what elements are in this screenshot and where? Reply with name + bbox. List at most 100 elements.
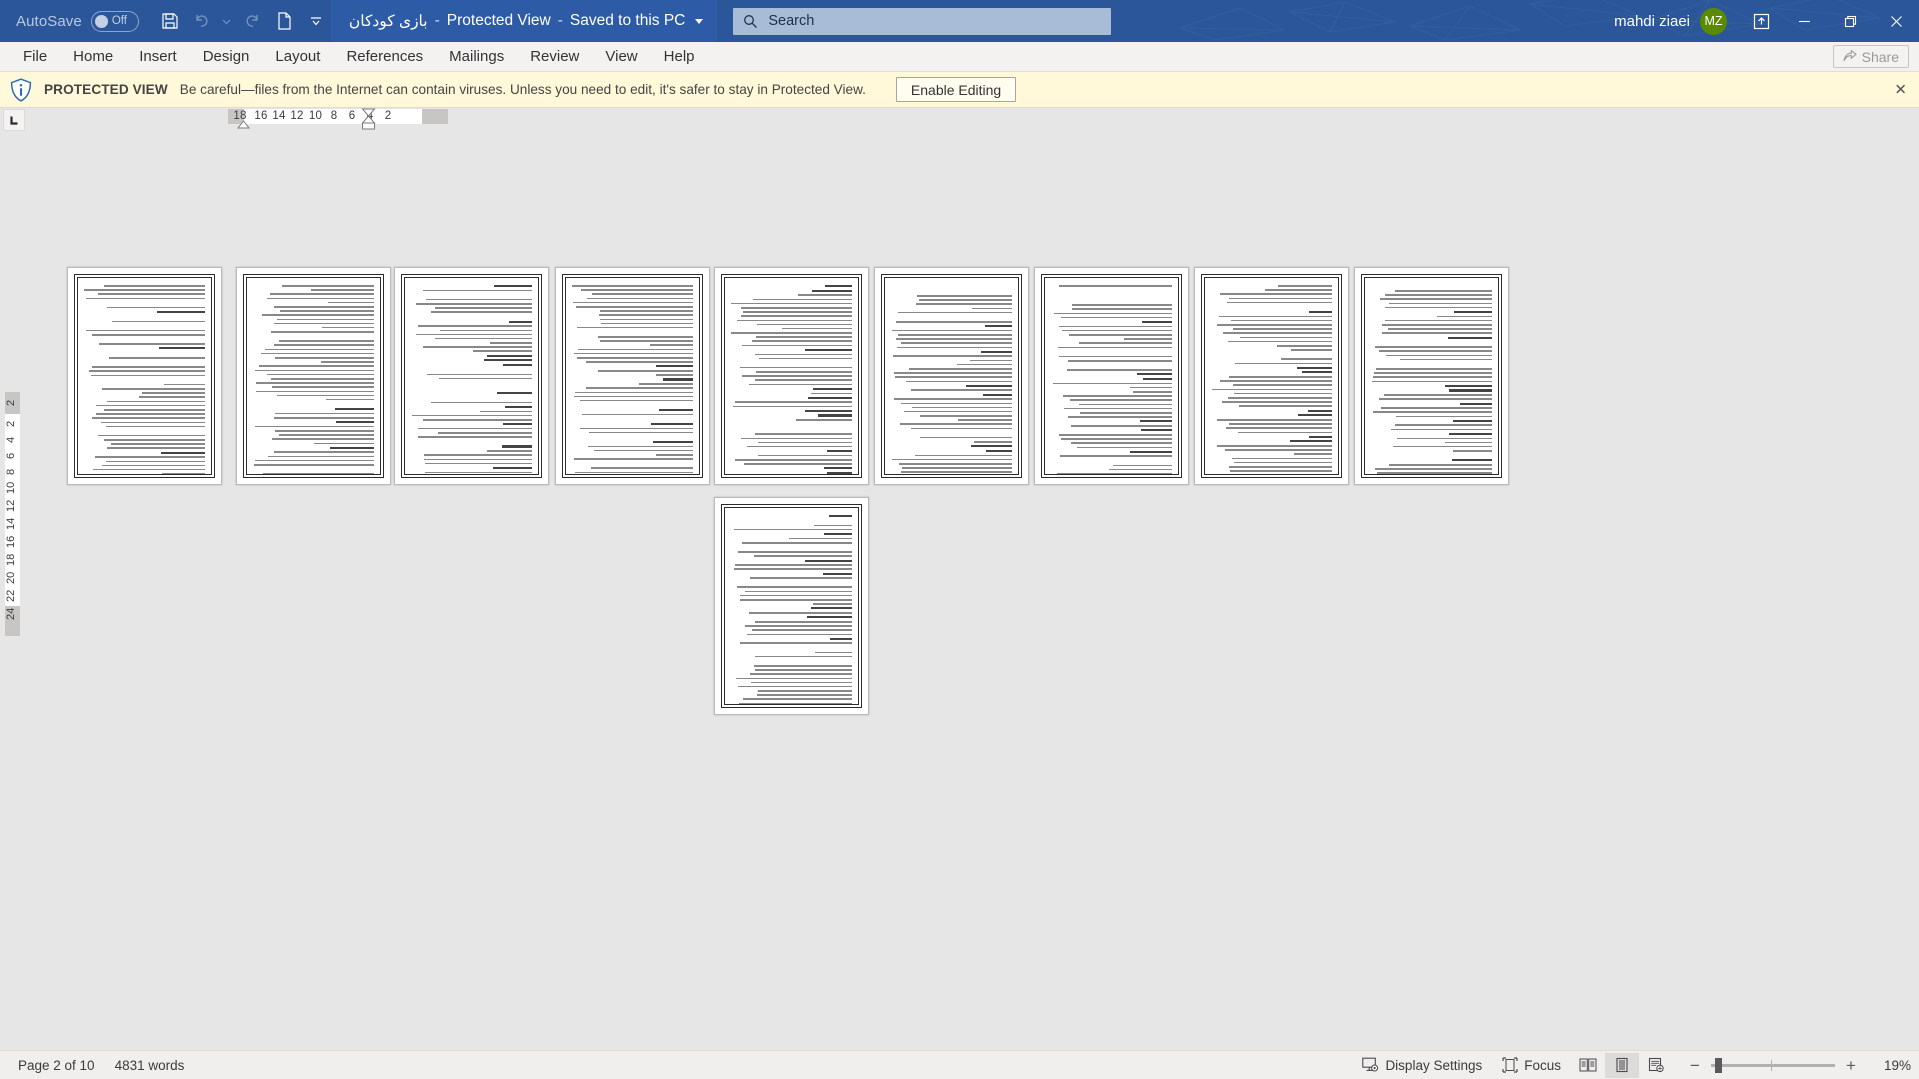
save-location-label: Saved to this PC (569, 12, 686, 29)
document-canvas[interactable]: 2 2 4 6 8 10 12 14 16 18 20 22 24 (0, 134, 1919, 1050)
search-input[interactable]: Search (733, 7, 1112, 35)
focus-icon (1502, 1057, 1518, 1073)
focus-label: Focus (1524, 1057, 1561, 1073)
display-settings-button[interactable]: Display Settings (1352, 1053, 1492, 1077)
document-title-block[interactable]: بازی کودکان - Protected View - Saved to … (330, 0, 718, 42)
window-close-button[interactable] (1873, 0, 1919, 42)
page-thumbnail[interactable] (874, 267, 1029, 485)
undo-dropdown-chevron-down-icon[interactable] (219, 6, 235, 36)
title-chevron-down-icon[interactable] (695, 18, 704, 24)
tab-references[interactable]: References (333, 42, 436, 72)
horizontal-ruler[interactable]: 18 16 14 12 10 8 6 4 2 (228, 108, 448, 130)
title-separator-2: - (557, 12, 563, 29)
page-thumbnails-area[interactable] (0, 134, 1919, 1050)
ruler-mark-6: 6 (348, 109, 356, 122)
page-border-inner (246, 277, 381, 475)
zoom-level-label[interactable]: 19% (1873, 1058, 1911, 1073)
page-thumbnail[interactable] (714, 267, 869, 485)
share-button[interactable]: Share (1832, 45, 1909, 68)
ribbon-display-options-icon[interactable] (1741, 0, 1781, 42)
protected-view-message: Be careful—files from the Internet can c… (179, 82, 866, 97)
read-mode-button[interactable] (1571, 1053, 1605, 1078)
status-bar: Page 2 of 10 4831 words Display Settings… (0, 1050, 1919, 1079)
window-restore-button[interactable] (1827, 0, 1873, 42)
web-layout-icon (1648, 1057, 1664, 1073)
page-thumbnail[interactable] (714, 497, 869, 715)
page-text-block (78, 278, 211, 474)
tab-file[interactable]: File (10, 42, 60, 72)
close-icon[interactable]: ✕ (1894, 82, 1907, 97)
page-border-inner (884, 277, 1019, 475)
ruler-margin-right (422, 109, 448, 124)
autosave-state-label: Off (111, 15, 127, 27)
page-text-block (725, 508, 858, 704)
tab-mailings[interactable]: Mailings (436, 42, 517, 72)
page-text-block (725, 278, 858, 474)
page-border-outer (401, 274, 542, 478)
page-border-inner (77, 277, 212, 475)
page-border-outer (721, 274, 862, 478)
ribbon-tabs: File Home Insert Design Layout Reference… (0, 42, 708, 71)
page-border-outer (243, 274, 384, 478)
info-shield-icon (10, 77, 32, 102)
autosave-control[interactable]: AutoSave Off (0, 10, 149, 32)
save-icon[interactable] (155, 6, 185, 36)
share-button-label: Share (1861, 48, 1899, 65)
print-layout-icon (1616, 1057, 1628, 1073)
page-thumbnail[interactable] (67, 267, 222, 485)
customize-quick-access-chevron-down-icon[interactable] (301, 6, 331, 36)
page-indicator[interactable]: Page 2 of 10 (8, 1053, 105, 1077)
enable-editing-button[interactable]: Enable Editing (895, 77, 1017, 102)
ruler-mark-14: 14 (272, 109, 286, 122)
page-border-inner (1364, 277, 1499, 475)
quick-access-toolbar (149, 6, 331, 36)
page-text-block (1205, 278, 1338, 474)
web-layout-button[interactable] (1639, 1053, 1673, 1078)
page-border-inner (724, 507, 859, 705)
protected-view-title: PROTECTED VIEW (44, 82, 168, 97)
tab-insert[interactable]: Insert (126, 42, 190, 72)
focus-button[interactable]: Focus (1492, 1053, 1571, 1077)
tab-review[interactable]: Review (517, 42, 592, 72)
page-thumbnail[interactable] (236, 267, 391, 485)
page-thumbnail[interactable] (1034, 267, 1189, 485)
undo-icon[interactable] (187, 6, 217, 36)
tab-stop-selector[interactable] (3, 109, 25, 131)
share-icon (1843, 50, 1857, 62)
page-border-inner (724, 277, 859, 475)
autosave-toggle-knob (94, 14, 108, 28)
tab-view[interactable]: View (592, 42, 650, 72)
status-bar-right: Display Settings Focus − + 19% (1352, 1052, 1911, 1078)
zoom-in-button[interactable]: + (1843, 1057, 1859, 1074)
autosave-toggle[interactable]: Off (90, 10, 139, 32)
zoom-out-button[interactable]: − (1687, 1057, 1703, 1074)
word-count[interactable]: 4831 words (105, 1053, 195, 1077)
tab-help[interactable]: Help (651, 42, 708, 72)
display-settings-label: Display Settings (1385, 1057, 1483, 1073)
ruler-mark-10: 10 (308, 109, 323, 122)
tab-design[interactable]: Design (190, 42, 263, 72)
zoom-control[interactable]: − + 19% (1687, 1057, 1911, 1074)
page-thumbnail[interactable] (1194, 267, 1349, 485)
user-name[interactable]: mahdi ziaei (1614, 13, 1690, 30)
search-icon (744, 14, 758, 28)
title-bar: AutoSave Off بازی کودکان - Protected Vie… (0, 0, 1919, 42)
print-layout-button[interactable] (1605, 1052, 1639, 1078)
new-document-icon[interactable] (269, 6, 299, 36)
page-text-block (247, 278, 380, 474)
page-thumbnail[interactable] (394, 267, 549, 485)
page-thumbnail[interactable] (555, 267, 710, 485)
page-text-block (405, 278, 538, 474)
zoom-slider[interactable] (1711, 1057, 1835, 1073)
protected-view-bar: PROTECTED VIEW Be careful—files from the… (0, 72, 1919, 108)
avatar[interactable]: MZ (1700, 7, 1727, 35)
hanging-indent-marker[interactable] (237, 120, 250, 129)
tab-layout[interactable]: Layout (262, 42, 333, 72)
page-thumbnail[interactable] (1354, 267, 1509, 485)
page-border-outer (1041, 274, 1182, 478)
tab-home[interactable]: Home (60, 42, 126, 72)
redo-icon[interactable] (237, 6, 267, 36)
zoom-slider-thumb[interactable] (1715, 1057, 1722, 1073)
first-line-indent-marker[interactable] (361, 108, 376, 130)
window-minimize-button[interactable] (1781, 0, 1827, 42)
